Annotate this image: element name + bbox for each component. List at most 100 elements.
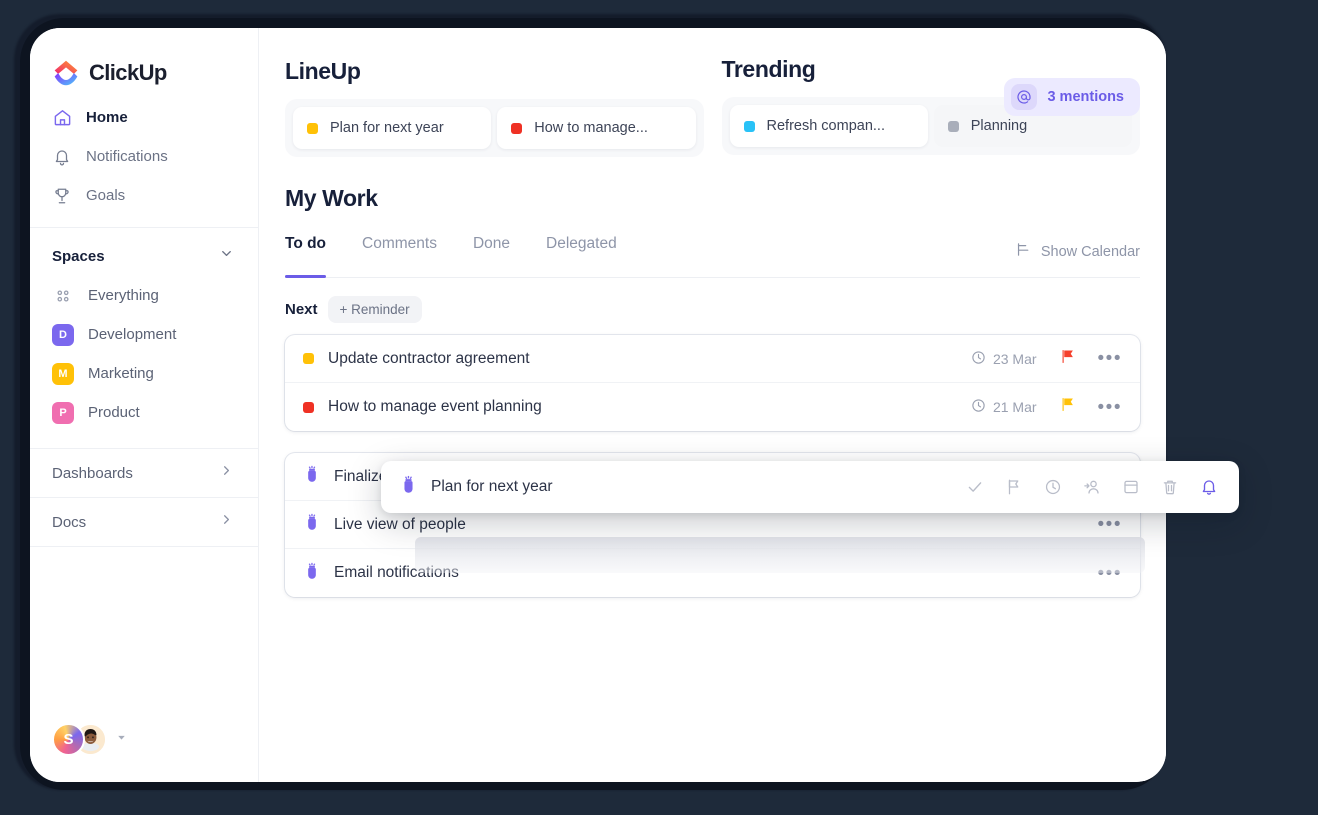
clock-icon[interactable] xyxy=(1043,477,1063,497)
user-avatars[interactable]: S xyxy=(30,723,258,782)
spaces-title: Spaces xyxy=(52,247,105,265)
trash-icon[interactable] xyxy=(1160,477,1180,497)
task-list: Update contractor agreement 23 Mar ••• H… xyxy=(285,335,1140,431)
space-label: Development xyxy=(88,326,177,343)
status-dot xyxy=(511,122,523,134)
status-dot xyxy=(303,401,314,413)
avatar[interactable]: S xyxy=(52,723,85,756)
priority-flag-icon[interactable] xyxy=(1059,348,1076,370)
chip-label: Planning xyxy=(970,118,1028,134)
at-icon xyxy=(1011,84,1038,110)
clock-icon xyxy=(971,398,986,416)
tab-comments[interactable]: Comments xyxy=(362,230,437,277)
chevron-right-icon[interactable] xyxy=(219,463,234,483)
sidebar-item-goals[interactable]: Goals xyxy=(30,176,258,215)
chip-label: Plan for next year xyxy=(330,120,444,136)
due-date[interactable]: 21 Mar xyxy=(971,398,1037,416)
clock-icon xyxy=(971,350,986,368)
tab-delegated[interactable]: Delegated xyxy=(546,230,617,277)
lineup-chip[interactable]: Plan for next year xyxy=(293,107,492,149)
sidebar-item-home[interactable]: Home xyxy=(30,98,258,137)
sidebar-item-label: Home xyxy=(86,109,128,126)
quick-action-toolbar xyxy=(965,477,1219,497)
chevron-down-icon[interactable] xyxy=(115,731,128,749)
sidebar-item-everything[interactable]: Everything xyxy=(30,276,258,315)
chevron-down-icon[interactable] xyxy=(219,246,234,266)
clickup-logo-icon xyxy=(52,59,80,87)
reminder-icon xyxy=(303,465,321,488)
due-date-label: 21 Mar xyxy=(992,399,1037,415)
task-title: Update contractor agreement xyxy=(328,349,530,367)
add-reminder-button[interactable]: + Reminder xyxy=(327,296,422,323)
row-menu-button[interactable]: ••• xyxy=(1098,398,1122,417)
lineup-panel: LineUp Plan for next year How to manage.… xyxy=(285,58,704,157)
reminder-icon xyxy=(303,513,321,536)
status-dot xyxy=(743,120,755,132)
priority-flag-icon[interactable] xyxy=(1059,396,1076,418)
lineup-title: LineUp xyxy=(285,58,361,84)
row-menu-button[interactable]: ••• xyxy=(1098,564,1122,583)
lineup-chip[interactable]: How to manage... xyxy=(497,107,696,149)
trending-chip[interactable]: Refresh compan... xyxy=(729,105,928,147)
check-icon[interactable] xyxy=(965,477,985,497)
sidebar-item-docs[interactable]: Docs xyxy=(30,498,258,546)
sidebar-item-dashboards[interactable]: Dashboards xyxy=(30,449,258,497)
page-title: My Work xyxy=(285,185,378,211)
sidebar-item-development[interactable]: D Development xyxy=(30,315,258,354)
reminder-title: Email notifications xyxy=(334,564,459,581)
space-label: Marketing xyxy=(88,365,154,382)
flag-icon[interactable] xyxy=(1004,477,1024,497)
home-icon xyxy=(52,108,72,128)
calendar-icon[interactable] xyxy=(1121,477,1141,497)
next-header: Next + Reminder xyxy=(285,278,1140,335)
tab-to-do[interactable]: To do xyxy=(285,230,327,278)
mentions-badge[interactable]: 3 mentions xyxy=(1004,78,1140,116)
trophy-icon xyxy=(52,186,72,206)
bell-icon xyxy=(52,147,72,167)
grid-dots-icon xyxy=(52,285,74,307)
status-dot xyxy=(307,122,318,134)
status-dot xyxy=(947,120,959,132)
space-label: Product xyxy=(88,404,140,421)
status-dot xyxy=(303,353,314,364)
mentions-label: 3 mentions xyxy=(1047,89,1124,105)
next-label: Next xyxy=(285,301,318,318)
table-row[interactable]: How to manage event planning 21 Mar ••• xyxy=(285,383,1140,431)
top-panels: LineUp Plan for next year How to manage.… xyxy=(259,28,1166,157)
space-label: Everything xyxy=(88,287,159,304)
lineup-chip-tray: Plan for next year How to manage... xyxy=(285,99,704,157)
sidebar-item-label: Goals xyxy=(86,187,126,204)
sidebar-section-label: Docs xyxy=(52,513,87,531)
primary-nav: Home Notifications Goals xyxy=(30,90,258,215)
list-item[interactable]: Email notifications ••• xyxy=(285,549,1140,597)
row-actions: 21 Mar ••• xyxy=(971,396,1122,418)
brand-name: ClickUp xyxy=(89,60,167,85)
sidebar-section-label: Dashboards xyxy=(52,464,133,482)
brand-logo[interactable]: ClickUp xyxy=(30,28,258,90)
assign-user-icon[interactable] xyxy=(1082,477,1102,497)
table-row[interactable]: Update contractor agreement 23 Mar ••• xyxy=(285,335,1140,383)
tabs: To do Comments Done Delegated Show Calen… xyxy=(285,230,1140,278)
reminder-title: Live view of people xyxy=(334,515,466,533)
tab-done[interactable]: Done xyxy=(473,230,510,277)
sidebar-divider-4 xyxy=(30,546,258,547)
dragged-task-card[interactable]: Plan for next year xyxy=(381,461,1239,513)
bell-icon[interactable] xyxy=(1199,477,1219,497)
due-date-label: 23 Mar xyxy=(992,350,1037,367)
row-menu-button[interactable]: ••• xyxy=(1098,349,1122,368)
my-work-section: My Work To do Comments Done Delegated Sh… xyxy=(259,157,1166,597)
chevron-right-icon[interactable] xyxy=(219,512,234,532)
sidebar-item-marketing[interactable]: M Marketing xyxy=(30,354,258,393)
dragged-task-title: Plan for next year xyxy=(431,478,553,495)
sidebar-item-notifications[interactable]: Notifications xyxy=(30,137,258,176)
row-menu-button[interactable]: ••• xyxy=(1098,515,1122,534)
due-date[interactable]: 23 Mar xyxy=(971,350,1037,368)
space-badge: D xyxy=(52,323,74,346)
spaces-header[interactable]: Spaces xyxy=(30,228,258,276)
sidebar: ClickUp Home Notifications Goals Spaces … xyxy=(30,28,259,782)
space-badge: M xyxy=(52,362,74,385)
show-calendar-button[interactable]: Show Calendar xyxy=(1015,241,1140,266)
calendar-toggle-icon xyxy=(1015,241,1032,262)
show-calendar-label: Show Calendar xyxy=(1040,243,1140,260)
sidebar-item-product[interactable]: P Product xyxy=(30,393,258,432)
